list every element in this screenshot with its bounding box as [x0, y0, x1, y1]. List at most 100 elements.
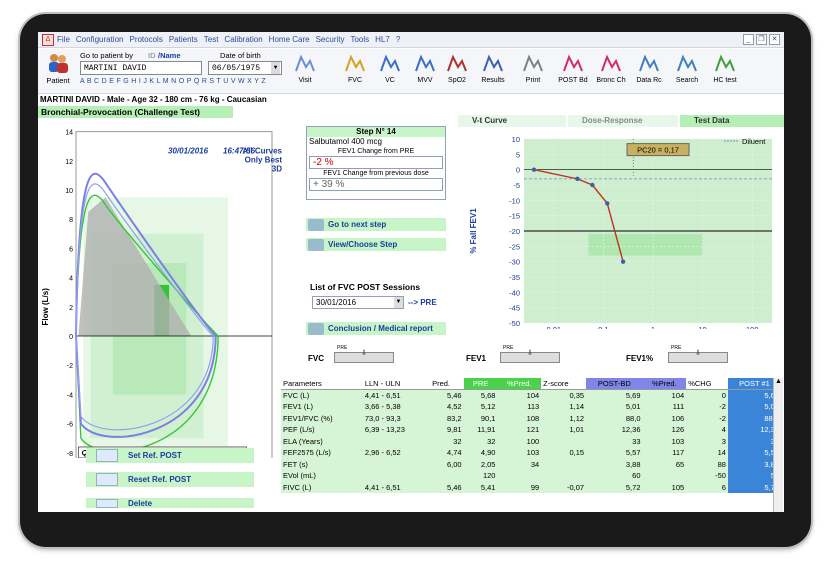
y-tick-label: 6 — [69, 246, 73, 253]
table-row[interactable]: ELA (Years)323210033103333 — [281, 435, 781, 448]
tab-test-data[interactable]: Test Data — [680, 115, 784, 127]
visit-button[interactable]: Visit — [288, 51, 322, 91]
table-row[interactable]: EVol (mL)12060-5050 — [281, 470, 781, 482]
fev1-compare-slider[interactable]: PRE ⇩ — [500, 345, 560, 363]
view-option[interactable]: Only Best — [245, 156, 283, 165]
chevron-down-icon[interactable]: ▼ — [394, 297, 403, 308]
table-row[interactable]: FEV1 (L) 3,66 - 5,38 4,52 5,12 113 1,14 5,01 11… — [281, 401, 781, 413]
fev1-pre-value: -2 % — [309, 156, 443, 169]
menu-protocols[interactable]: Protocols — [129, 35, 162, 44]
table-cell: FEF2575 (L/s) — [283, 448, 331, 458]
step-box: Step N° 14 Salbutamol 400 mcg FEV1 Chang… — [306, 126, 446, 200]
menu-home-care[interactable]: Home Care — [269, 35, 310, 44]
chevron-down-icon[interactable]: ▼ — [271, 62, 280, 74]
table-row[interactable]: FET (s) 6,00 2,05 34 3,88 65 88 3,88 — [281, 458, 781, 470]
right-tabs: V-t Curve Dose-Response Test Data — [458, 115, 784, 127]
col-header[interactable]: Parameters — [281, 378, 363, 390]
data-rc-button[interactable]: Data Rc — [632, 51, 666, 91]
col-header[interactable]: POST-BD — [586, 378, 643, 390]
close-icon[interactable]: ✕ — [769, 34, 780, 45]
fev1pct-compare-label: FEV1% — [626, 354, 654, 363]
dob-field[interactable]: 06/05/1975 ▼ — [208, 61, 282, 75]
table-cell — [541, 436, 586, 448]
set-ref-post-button[interactable]: Set Ref. POST — [86, 448, 254, 463]
table-cell: 83,2 — [446, 413, 462, 423]
menu-calibration[interactable]: Calibration — [224, 35, 262, 44]
table-cell: 4,52 — [446, 402, 462, 412]
table-cell: 104 — [671, 391, 685, 400]
menu-file[interactable]: File — [57, 35, 70, 44]
hc-test-button[interactable]: HC test — [708, 51, 742, 91]
table-cell: 5,01 — [625, 402, 641, 412]
patient-name-field[interactable]: MARTINI DAVID — [80, 61, 202, 75]
table-cell: 88 — [717, 459, 726, 469]
menu-security[interactable]: Security — [316, 35, 345, 44]
table-cell: 4 — [721, 425, 726, 435]
table-row[interactable]: FEF2575 (L/s) 2,96 - 6,52 4,74 4,90 103 0,15 5… — [281, 447, 781, 459]
tab-dose-response[interactable]: Dose-Response — [568, 115, 678, 127]
results-button[interactable]: Results — [476, 51, 510, 91]
scroll-up-icon[interactable]: ▲ — [774, 378, 783, 385]
col-header[interactable]: Z-score — [541, 378, 587, 390]
menu-test[interactable]: Test — [204, 35, 219, 44]
table-cell: 73,0 - 93,3 — [364, 413, 401, 423]
table-cell: 1,01 — [569, 425, 585, 435]
spo2-button[interactable]: SpO2 — [440, 51, 474, 91]
col-header[interactable]: %Pred. — [497, 378, 542, 390]
col-header[interactable]: PRE — [463, 378, 498, 390]
session-select[interactable]: 30/01/2016 ▼ — [312, 296, 404, 309]
menu-tools[interactable]: Tools — [350, 35, 369, 44]
table-row[interactable]: FVC (L) 4,41 - 6,51 5,46 5,68 104 0,35 5,69 104… — [281, 389, 781, 401]
pre-link[interactable]: --> PRE — [408, 298, 437, 307]
search-button[interactable]: Search — [670, 51, 704, 91]
col-header[interactable]: LLN - ULN — [362, 378, 431, 390]
mvv-button[interactable]: MVV — [408, 51, 442, 91]
fvc-compare-slider[interactable]: PRE ⇩ — [334, 345, 394, 363]
name-label[interactable]: /Name — [158, 51, 181, 60]
bronc-ch-button[interactable]: Bronc Ch — [594, 51, 628, 91]
view-step-button[interactable]: View/Choose Step — [306, 238, 446, 251]
table-cell: 5,69 — [625, 391, 641, 400]
alphabet-index[interactable]: A B C D E F G H I J K L M N O P Q R S T … — [80, 78, 266, 85]
search-icon — [677, 54, 697, 72]
menu-help[interactable]: ? — [396, 35, 400, 44]
y-tick-label: 4 — [69, 276, 73, 283]
table-cell: 65 — [675, 459, 685, 469]
col-header[interactable]: %CHG — [686, 378, 728, 390]
table-row[interactable]: PEF (L/s) 6,39 - 13,23 9,81 11,91 121 1,01 12,… — [281, 424, 781, 436]
toolbar: Patient Go to patient by ID /Name Date o… — [38, 49, 784, 94]
tab-vt-curve[interactable]: V-t Curve — [458, 115, 566, 127]
patient-summary: MARTINI DAVID - Male - Age 32 - 180 cm -… — [40, 95, 267, 104]
table-scrollbar[interactable]: ▲ — [773, 378, 783, 512]
fev1pct-compare-slider[interactable]: PRE ⇩ — [668, 345, 728, 363]
reset-ref-post-button[interactable]: Reset Ref. POST — [86, 472, 254, 487]
post-bd-button[interactable]: POST Bd — [556, 51, 590, 91]
col-header[interactable]: Pred. — [430, 378, 464, 390]
sessions-box: List of FVC POST Sessions 30/01/2016 ▼ --… — [306, 282, 476, 335]
restore-icon[interactable]: ❐ — [756, 34, 767, 45]
table-row[interactable]: FEV1/FVC (%) 73,0 - 93,3 83,2 90,1 108 1,12 88… — [281, 412, 781, 424]
minimize-icon[interactable]: _ — [743, 34, 754, 45]
table-row[interactable]: FIVC (L) 4,41 - 6,51 5,46 5,41 99 -0,07 5,72 10… — [281, 481, 781, 493]
table-cell: 6,00 — [446, 459, 462, 469]
hc-test-icon — [715, 54, 735, 72]
delete-button[interactable]: Delete — [86, 498, 254, 508]
data-point — [590, 182, 595, 188]
fvc-button[interactable]: FVC — [338, 51, 372, 91]
col-header[interactable]: %Pred. — [642, 378, 687, 390]
table-cell: EVol (mL) — [283, 471, 316, 481]
vc-icon — [380, 54, 400, 72]
vc-button[interactable]: VC — [373, 51, 407, 91]
delete-icon — [96, 499, 118, 508]
view-option[interactable]: All Curves — [242, 147, 282, 156]
menu-configuration[interactable]: Configuration — [76, 35, 124, 44]
menu-hl7[interactable]: HL7 — [375, 35, 390, 44]
next-step-button[interactable]: Go to next step — [306, 218, 446, 231]
patient-button[interactable]: Patient — [42, 52, 74, 85]
y-tick-label: -30 — [509, 258, 520, 267]
menu-patients[interactable]: Patients — [169, 35, 198, 44]
print-button[interactable]: Print — [516, 51, 550, 91]
view-option[interactable]: 3D — [272, 165, 282, 174]
conclusion-button[interactable]: Conclusion / Medical report — [306, 322, 446, 335]
id-label[interactable]: ID — [148, 51, 156, 60]
